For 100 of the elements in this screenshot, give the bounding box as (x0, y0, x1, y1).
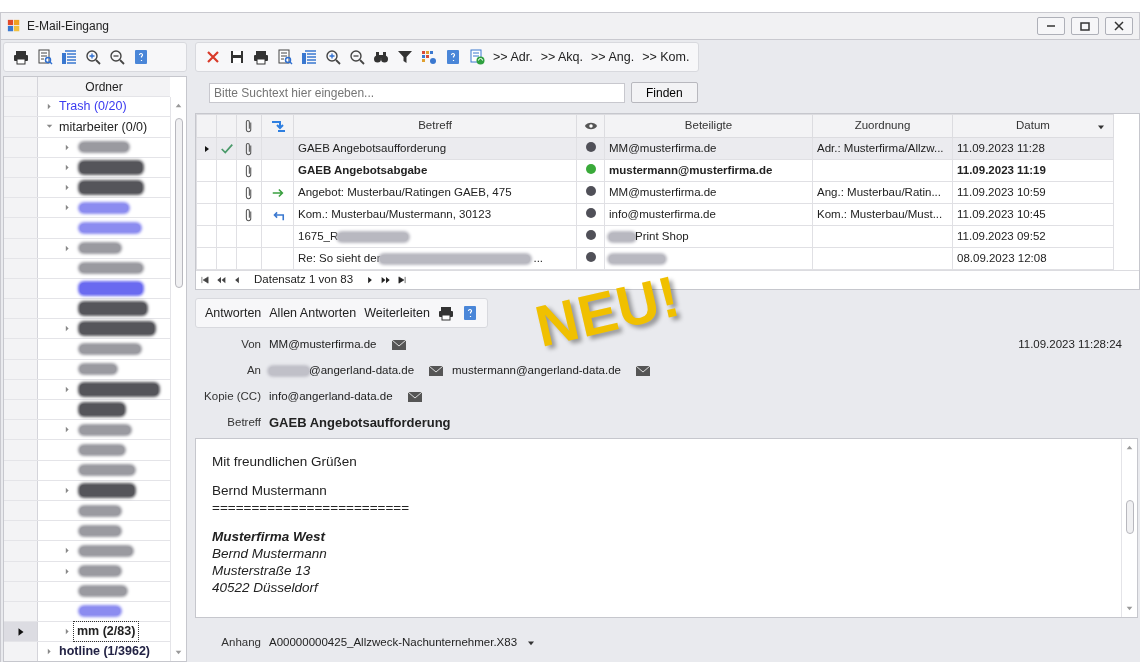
zoom-out-icon (109, 49, 125, 65)
assignment-text: Adr.: Musterfirma/Allzw... (817, 141, 944, 154)
columns-icon (301, 49, 317, 65)
assignment-text: Ang.: Musterbau/Ratin... (817, 185, 941, 198)
body-text: Musterstraße 13 (212, 562, 312, 579)
column-header[interactable]: Beteiligte (684, 119, 733, 132)
find-button[interactable]: Finden (631, 82, 698, 103)
layout-settings-icon (421, 49, 437, 65)
close-icon (1114, 21, 1124, 31)
participant-text: MM@musterfirma.de (609, 184, 717, 200)
body-text: ========================= (212, 499, 411, 516)
participant-text: Print Shop (635, 228, 689, 244)
scroll-down-icon (174, 648, 183, 657)
transfer-button[interactable]: >> Adr. (490, 45, 536, 69)
folder-item[interactable]: hotline (1/3962) (56, 642, 153, 661)
transfer-button[interactable]: >> Ang. (588, 45, 638, 69)
mail-row[interactable]: Kom.: Musterbau/Mustermann, 30123 info@musterfirma.de Kom.: Musterbau/Must... 11.09.2023 10:45 (196, 203, 1114, 226)
scroll-up-icon (174, 101, 183, 110)
subject-text: Re: So sieht der (298, 250, 381, 266)
message-date: 11.09.2023 11:28:24 (1018, 337, 1122, 353)
column-header[interactable]: Datum (1016, 119, 1050, 132)
print-icon (13, 49, 29, 65)
reply-toolbar-button[interactable]: Weiterleiten (361, 301, 433, 325)
first-record-icon (200, 275, 210, 285)
folder-item[interactable]: mm (2/83) (74, 622, 139, 642)
folder-item[interactable]: Trash (0/20) (56, 97, 130, 117)
envelope-icon (635, 363, 651, 379)
date-text: 11.09.2023 10:59 (957, 185, 1046, 198)
columns-icon (61, 49, 77, 65)
maximize-button[interactable] (1071, 17, 1099, 35)
subject-text: GAEB Angebotsaufforderung (298, 140, 447, 156)
zoom-in-icon (85, 49, 101, 65)
email-address[interactable]: mustermann@angerland-data.de (452, 362, 621, 380)
participant-text: info@musterfirma.de (609, 206, 716, 222)
scroll-thumb[interactable] (1125, 500, 1134, 534)
scroll-up-icon (1125, 443, 1134, 452)
mail-row[interactable]: GAEB Angebotsaufforderung MM@musterfirma.de Adr.: Musterfirma/Allzw... 11.09.2023 11:28 (196, 137, 1114, 160)
email-address[interactable]: MM@musterfirma.de (269, 336, 377, 354)
mail-row[interactable]: Re: So sieht der ... 08.09.2023 12:08 (196, 247, 1114, 270)
print-preview-icon (277, 49, 293, 65)
record-counter: Datensatz 1 von 83 (254, 272, 354, 288)
transfer-button[interactable]: >> Kom. (639, 45, 693, 69)
attachment-name[interactable]: A00000000425_Allzweck-Nachunternehmer.X83 (269, 634, 518, 652)
maximize-icon (1080, 21, 1090, 31)
delete-icon (205, 49, 221, 65)
date-text: 11.09.2023 11:28 (957, 141, 1045, 154)
next-page-button[interactable] (381, 275, 392, 285)
date-text: 08.09.2023 12:08 (957, 251, 1047, 264)
body-text: Bernd Mustermann (212, 545, 328, 562)
row-indicator-icon (202, 144, 211, 153)
mail-row[interactable]: Angebot: Musterbau/Ratingen GAEB, 475 MM@musterfirma.de Ang.: Musterbau/Ratin... 11.09.2023 10:59 (196, 181, 1114, 204)
email-address[interactable]: info@angerland-data.de (269, 388, 393, 406)
subject-text: Kom.: Musterbau/Mustermann, 30123 (298, 206, 492, 222)
search-field[interactable]: Bitte Suchtext hier eingeben... (209, 82, 625, 103)
subject-text: 1675_R (298, 228, 339, 244)
filter-icon (397, 49, 413, 65)
envelope-icon (390, 337, 407, 353)
last-record-button[interactable] (397, 275, 408, 285)
field-label: Betreff (226, 415, 261, 431)
print-icon (253, 49, 269, 65)
help-icon (461, 305, 478, 321)
mail-row[interactable]: GAEB Angebotsabgabe mustermann@musterfirma.de 11.09.2023 11:19 (196, 159, 1114, 182)
close-button[interactable] (1105, 17, 1133, 35)
reply-toolbar-button[interactable]: Antworten (202, 301, 265, 325)
scrollbar[interactable] (170, 97, 186, 661)
reply-toolbar-button[interactable]: Allen Antworten (266, 301, 360, 325)
body-text: 40522 Düsseldorf (212, 579, 320, 596)
minimize-button[interactable] (1037, 17, 1065, 35)
binoculars-icon (373, 49, 389, 65)
help-icon (445, 49, 461, 65)
message-subject: GAEB Angebotsaufforderung (269, 414, 451, 433)
previous-page-button[interactable] (216, 275, 226, 285)
field-label: Anhang (220, 635, 261, 651)
email-address[interactable]: @angerland-data.de (309, 362, 415, 380)
zoom-out-icon (349, 49, 365, 65)
mail-row[interactable]: 1675_R Print Shop 11.09.2023 09:52 (196, 225, 1114, 248)
assignment-text: Kom.: Musterbau/Must... (817, 207, 943, 220)
scroll-thumb[interactable] (174, 118, 183, 288)
minimize-icon (1046, 24, 1056, 28)
transfer-button[interactable]: >> Akq. (537, 45, 587, 69)
envelope-icon (406, 389, 423, 405)
scrollbar[interactable] (1121, 439, 1137, 617)
body-text: Bernd Mustermann (212, 482, 328, 499)
column-header: Ordner (84, 78, 124, 96)
row-header[interactable] (4, 622, 38, 642)
subject-text: Angebot: Musterbau/Ratingen GAEB, 475 (298, 184, 512, 200)
sync-icon (469, 49, 485, 65)
column-header[interactable]: Betreff (418, 119, 452, 132)
print-preview-icon (37, 49, 53, 65)
zoom-in-icon (325, 49, 341, 65)
envelope-icon (428, 363, 445, 379)
date-text: 11.09.2023 10:45 (957, 207, 1046, 220)
print-icon (437, 305, 454, 321)
ellipsis-text: ... (533, 250, 544, 266)
body-text: Mit freundlichen Grüßen (212, 453, 358, 470)
field-label: An (245, 363, 261, 379)
direction-arrows-icon (269, 118, 286, 135)
first-record-button[interactable] (200, 275, 210, 285)
folder-item[interactable]: mitarbeiter (0/0) (56, 117, 151, 137)
body-text: Musterfirma West (212, 528, 327, 545)
